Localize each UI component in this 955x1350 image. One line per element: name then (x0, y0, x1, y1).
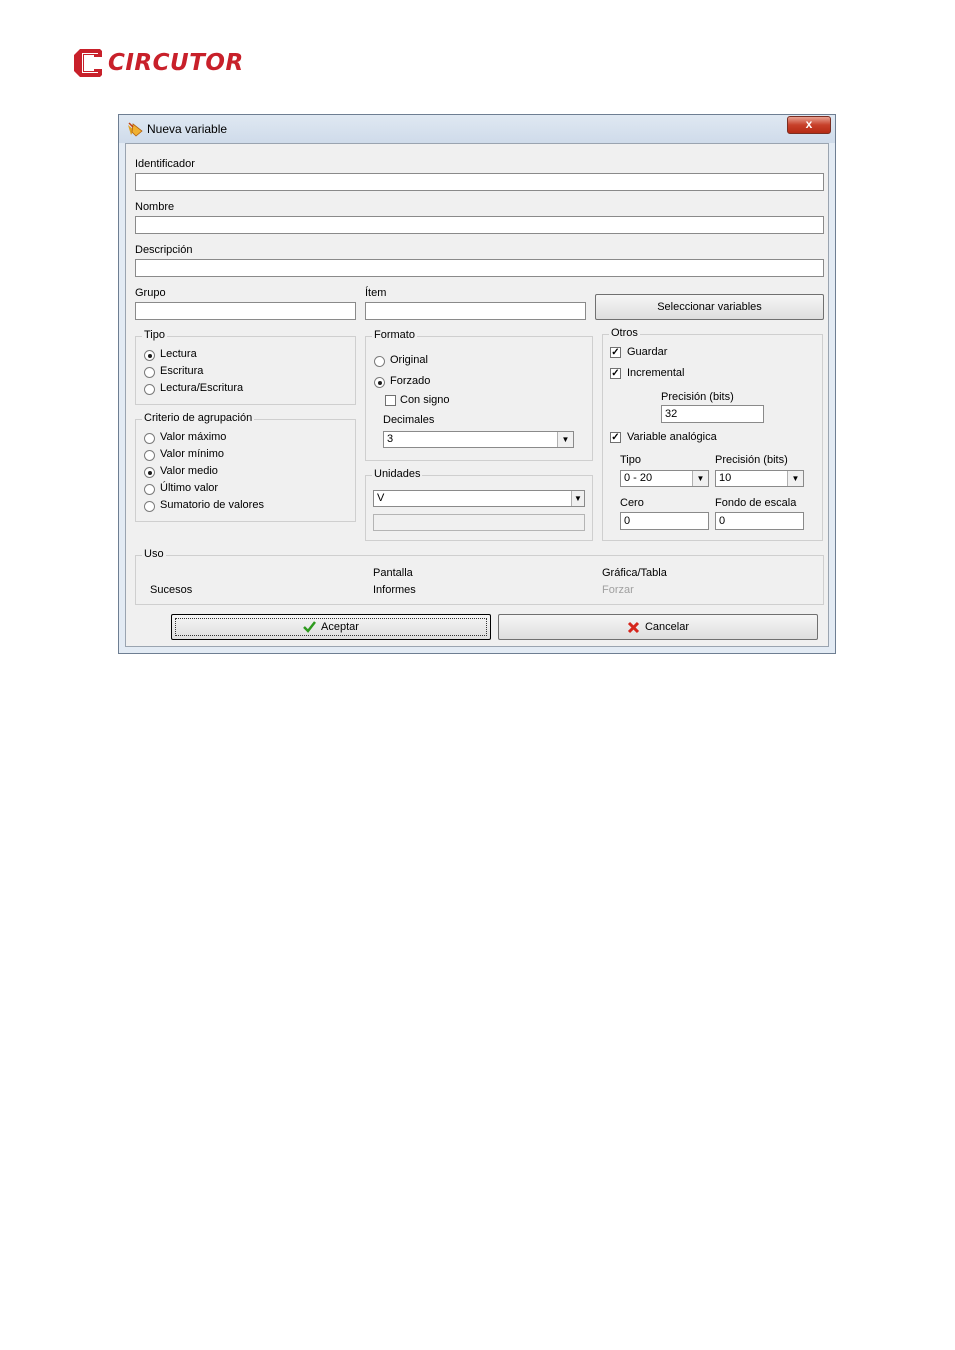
window-title: Nueva variable (147, 122, 228, 136)
criterio-minimo-radio[interactable] (144, 450, 155, 461)
decimales-select[interactable]: 3 ▼ (383, 431, 574, 448)
cero-input[interactable]: 0 (620, 512, 709, 530)
cero-label: Cero (620, 497, 644, 509)
analog-tipo-value: 0 - 20 (624, 472, 653, 484)
unidades-group: Unidades V ▼ (365, 468, 593, 541)
formato-group-title: Formato (372, 329, 417, 341)
analog-precision-value: 10 (719, 472, 732, 484)
circutor-logo: CIRCUTOR (72, 46, 244, 80)
criterio-ultimo-radio[interactable] (144, 484, 155, 495)
grupo-label: Grupo (135, 287, 166, 299)
uso-pantalla-label: Pantalla (373, 567, 413, 579)
nueva-variable-dialog: Nueva variable x Identificador Nombre De… (118, 114, 836, 654)
criterio-sumatorio-label: Sumatorio de valores (160, 499, 264, 511)
nombre-label: Nombre (135, 201, 175, 213)
seleccionar-variables-label: Seleccionar variables (657, 301, 762, 313)
dialog-client-area: Identificador Nombre Descripción Grupo Í… (125, 143, 829, 647)
criterio-medio-label: Valor medio (160, 465, 218, 477)
criterio-maximo-label: Valor máximo (160, 431, 227, 443)
precision-input[interactable]: 32 (661, 405, 764, 423)
criterio-ultimo-label: Último valor (160, 482, 219, 494)
decimales-value: 3 (387, 433, 394, 445)
con-signo-checkbox[interactable] (385, 395, 396, 406)
tipo-lectura-label: Lectura (160, 348, 197, 360)
analog-tipo-select[interactable]: 0 - 20 ▼ (620, 470, 709, 487)
tipo-escritura-label: Escritura (160, 365, 204, 377)
criterio-group: Criterio de agrupación Valor máximo Valo… (135, 412, 356, 522)
nombre-input[interactable] (135, 216, 824, 234)
uso-informes-label: Informes (373, 584, 416, 596)
fondo-escala-input[interactable]: 0 (715, 512, 804, 530)
identificador-label: Identificador (135, 158, 195, 170)
analog-precision-select[interactable]: 10 ▼ (715, 470, 804, 487)
variable-analogica-label: Variable analógica (627, 431, 717, 443)
tipo-lectura-escritura-label: Lectura/Escritura (160, 382, 244, 394)
criterio-sumatorio-radio[interactable] (144, 501, 155, 512)
aceptar-content: Aceptar (303, 615, 359, 639)
chevron-down-icon: ▼ (692, 471, 708, 486)
descripcion-input[interactable] (135, 259, 824, 277)
item-label: Ítem (365, 287, 387, 299)
variable-icon (128, 122, 143, 137)
fondo-escala-label: Fondo de escala (715, 497, 797, 509)
grupo-input[interactable] (135, 302, 356, 320)
checkmark-icon (303, 621, 317, 633)
uso-forzar-label: Forzar (602, 584, 634, 596)
chevron-down-icon: ▼ (571, 491, 584, 506)
unidades-select[interactable]: V ▼ (373, 490, 585, 507)
aceptar-button[interactable]: Aceptar (171, 614, 491, 640)
variable-analogica-checkbox[interactable]: ✓ (610, 432, 621, 443)
tipo-lectura-escritura-radio[interactable] (144, 384, 155, 395)
formato-forzado-label: Forzado (390, 375, 431, 387)
analog-tipo-label: Tipo (620, 454, 641, 466)
tipo-group-title: Tipo (142, 329, 167, 341)
otros-group: Otros ✓ Guardar ✓ Incremental Precisión … (602, 327, 823, 541)
guardar-label: Guardar (627, 346, 668, 358)
uso-sucesos-label: Sucesos (150, 584, 193, 596)
aceptar-label: Aceptar (321, 621, 359, 633)
item-input[interactable] (365, 302, 586, 320)
unidades-value: V (377, 492, 385, 504)
uso-grafica-label: Gráfica/Tabla (602, 567, 667, 579)
decimales-label: Decimales (383, 414, 435, 426)
seleccionar-variables-button[interactable]: Seleccionar variables (595, 294, 824, 320)
cancelar-button[interactable]: Cancelar (498, 614, 818, 640)
formato-original-radio[interactable] (374, 356, 385, 367)
close-icon: x (805, 117, 813, 131)
tipo-lectura-radio[interactable] (144, 350, 155, 361)
tipo-group: Tipo Lectura Escritura Lectura/Escritura (135, 329, 356, 405)
cancelar-label: Cancelar (644, 621, 690, 633)
unidades-group-title: Unidades (372, 468, 423, 480)
otros-group-title: Otros (609, 327, 640, 339)
analog-precision-label: Precisión (bits) (715, 454, 788, 466)
chevron-down-icon: ▼ (787, 471, 803, 486)
identificador-input[interactable] (135, 173, 824, 191)
descripcion-label: Descripción (135, 244, 193, 256)
criterio-medio-radio[interactable] (144, 467, 155, 478)
close-button[interactable]: x (787, 116, 831, 134)
formato-original-label: Original (390, 354, 428, 366)
guardar-checkbox[interactable]: ✓ (610, 347, 621, 358)
criterio-minimo-label: Valor mínimo (160, 448, 224, 460)
formato-group: Formato Original Forzado Con signo Decim… (365, 329, 593, 461)
cancelar-content: Cancelar (627, 615, 689, 639)
formato-forzado-radio[interactable] (374, 377, 385, 388)
precision-label: Precisión (bits) (661, 391, 734, 403)
incremental-label: Incremental (627, 367, 685, 379)
circutor-logo-text: CIRCUTOR (108, 50, 244, 76)
con-signo-label: Con signo (400, 394, 450, 406)
unidades-extra-input (373, 514, 585, 531)
circutor-logo-icon (74, 49, 102, 77)
criterio-maximo-radio[interactable] (144, 433, 155, 444)
uso-group: Uso Pantalla Gráfica/Tabla Sucesos Infor… (135, 548, 824, 605)
incremental-checkbox[interactable]: ✓ (610, 368, 621, 379)
uso-group-title: Uso (142, 548, 166, 560)
criterio-group-title: Criterio de agrupación (142, 412, 255, 424)
tipo-escritura-radio[interactable] (144, 367, 155, 378)
chevron-down-icon: ▼ (557, 432, 573, 447)
title-bar: Nueva variable x (119, 115, 835, 143)
cancel-x-icon (627, 621, 640, 633)
